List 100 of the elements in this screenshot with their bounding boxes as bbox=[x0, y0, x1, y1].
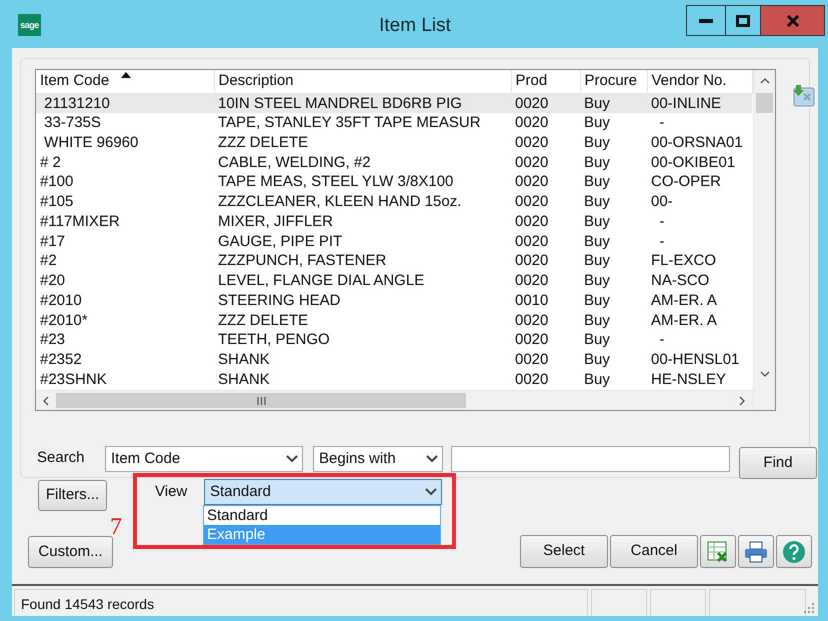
scroll-thumb[interactable] bbox=[56, 393, 466, 408]
table-cell-text: LEVEL, FLANGE DIAL ANGLE bbox=[217, 271, 426, 290]
table-cell-text: # 2 bbox=[39, 152, 62, 172]
dropdown-option[interactable]: Standard bbox=[204, 506, 440, 525]
table-cell-text: #23SHNK bbox=[39, 370, 108, 390]
table-cell-text: 0020 bbox=[514, 251, 550, 271]
scroll-down-icon[interactable] bbox=[760, 371, 770, 377]
table-cell-text: Buy bbox=[583, 271, 611, 290]
table-cell-text: Buy bbox=[583, 152, 611, 172]
table-cell-text: #17 bbox=[39, 232, 66, 251]
scroll-up-icon[interactable] bbox=[760, 78, 770, 84]
horizontal-scrollbar[interactable] bbox=[36, 390, 753, 410]
table-cell-text: 00-OKIBE01 bbox=[650, 152, 736, 172]
table-cell-text: #2352 bbox=[39, 350, 83, 370]
search-field-dropdown[interactable]: Item Code bbox=[105, 446, 303, 472]
table-cell-text: 00- bbox=[650, 192, 674, 212]
table-cell-text: FL-EXCO bbox=[650, 251, 718, 271]
table-cell-text: HE-NSLEY bbox=[650, 370, 728, 390]
table-cell-text: Buy bbox=[583, 310, 611, 330]
column-header[interactable]: Description bbox=[214, 70, 511, 93]
table-cell-text: SHANK bbox=[217, 370, 271, 390]
table-cell: Buy bbox=[580, 93, 647, 113]
table-cell-text: 0020 bbox=[514, 152, 550, 172]
column-header[interactable]: Prod bbox=[511, 70, 580, 93]
table-cell-text: MIXER, JIFFLER bbox=[217, 212, 334, 232]
window-title: Item List bbox=[378, 14, 452, 38]
table-cell: 10IN STEEL MANDREL BD6RB PIG bbox=[214, 93, 511, 113]
dialog-button[interactable]: Select bbox=[520, 535, 608, 568]
table-cell-text: - bbox=[658, 330, 666, 350]
table-cell-text: CABLE, WELDING, #2 bbox=[217, 152, 372, 172]
chevron-down-icon bbox=[425, 488, 437, 496]
table-cell-text: WHITE 96960 bbox=[43, 132, 140, 152]
print-button[interactable] bbox=[738, 535, 774, 568]
minimize-icon bbox=[699, 18, 713, 22]
status-panel bbox=[591, 589, 647, 616]
table-cell-text: Buy bbox=[583, 350, 611, 370]
table-cell-text: Buy bbox=[583, 132, 611, 152]
table-cell-text: CO-OPER bbox=[650, 172, 722, 192]
table-cell-text: ZZZCLEANER, KLEEN HAND 15oz. bbox=[217, 192, 462, 212]
resize-grip-icon[interactable] bbox=[804, 603, 814, 613]
maximize-icon bbox=[736, 14, 750, 26]
scroll-left-icon[interactable] bbox=[43, 396, 49, 406]
table-cell-text: ZZZ DELETE bbox=[217, 132, 310, 152]
column-header[interactable]: Procure bbox=[580, 70, 647, 93]
column-header[interactable]: Vendor No. bbox=[647, 70, 752, 93]
column-header[interactable]: Item Code bbox=[36, 70, 214, 93]
table-cell-text: AM-ER. A bbox=[650, 290, 718, 310]
close-button[interactable] bbox=[760, 5, 825, 36]
table-cell: TAPE, STANLEY 35FT TAPE MEASUR bbox=[214, 112, 511, 132]
table-cell-text: 0020 bbox=[514, 350, 550, 370]
excel-button[interactable] bbox=[700, 535, 736, 568]
dialog-button[interactable]: Cancel bbox=[610, 535, 698, 568]
search-label: Search bbox=[37, 448, 85, 468]
table-cell-text: 0020 bbox=[514, 132, 550, 152]
close-icon bbox=[786, 14, 800, 26]
table-cell-text: Buy bbox=[583, 212, 611, 232]
scroll-right-icon[interactable] bbox=[739, 396, 745, 406]
table-cell-text: ZZZ DELETE bbox=[217, 310, 310, 330]
view-dropdown[interactable]: Standard bbox=[204, 479, 442, 505]
table-cell-text: Buy bbox=[583, 290, 611, 310]
table-cell-text: - bbox=[658, 232, 666, 251]
app-logo: sage bbox=[18, 14, 41, 36]
table-cell-text: TEETH, PENGO bbox=[217, 330, 331, 350]
print-icon bbox=[744, 540, 768, 562]
minimize-button[interactable] bbox=[686, 5, 726, 36]
table-cell-text: 00-ORSNA01 bbox=[650, 132, 744, 152]
scroll-thumb[interactable] bbox=[756, 93, 773, 113]
table-cell-text: 0020 bbox=[514, 310, 550, 330]
table-cell-text: #23 bbox=[39, 330, 66, 350]
table-cell-text: 0020 bbox=[514, 330, 550, 350]
custom-button[interactable]: Custom... bbox=[28, 536, 113, 568]
chevron-down-icon bbox=[426, 455, 438, 463]
table-cell-text: #20 bbox=[39, 271, 66, 290]
table-cell: 0020 bbox=[511, 112, 580, 132]
table-cell-text: 0020 bbox=[514, 212, 550, 232]
table-cell: - bbox=[647, 112, 752, 132]
find-button[interactable]: Find bbox=[739, 447, 817, 479]
excel-icon bbox=[707, 540, 729, 562]
vertical-scrollbar[interactable] bbox=[753, 70, 775, 410]
table-cell-text: 0020 bbox=[514, 172, 550, 192]
table-cell: 21131210 bbox=[36, 93, 214, 113]
table-cell-text: 0020 bbox=[514, 370, 550, 390]
search-input[interactable] bbox=[451, 446, 730, 472]
table-cell-text: #100 bbox=[39, 172, 74, 192]
filters-button[interactable]: Filters... bbox=[38, 480, 107, 511]
operator-dropdown[interactable]: Begins with bbox=[313, 446, 443, 472]
table-cell-text: #2 bbox=[39, 251, 58, 271]
view-label: View bbox=[155, 482, 188, 502]
grip-icon bbox=[256, 396, 266, 404]
export-icon[interactable] bbox=[791, 85, 815, 107]
table-cell-text: Buy bbox=[583, 192, 611, 212]
table-cell-text: AM-ER. A bbox=[650, 310, 718, 330]
help-button[interactable] bbox=[776, 535, 812, 568]
table-cell-text: 0020 bbox=[514, 271, 550, 290]
table-cell-text: NA-SCO bbox=[650, 271, 710, 290]
table-cell-text: Buy bbox=[583, 370, 611, 390]
help-icon bbox=[782, 540, 806, 564]
table-cell-text: - bbox=[658, 212, 666, 232]
table-cell-text: STEERING HEAD bbox=[217, 290, 342, 310]
table-cell-text: #2010 bbox=[39, 290, 83, 310]
